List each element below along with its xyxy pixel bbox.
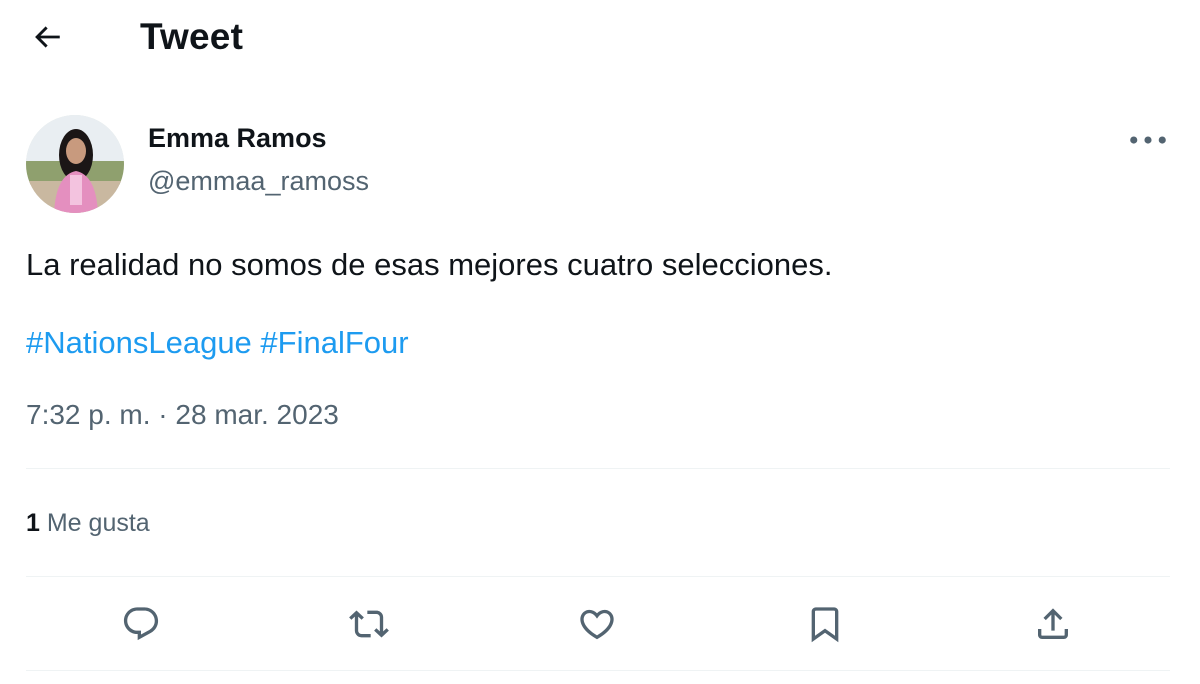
hashtag-link[interactable]: #FinalFour [260,325,408,360]
more-button[interactable] [1124,122,1172,158]
hashtag-link[interactable]: #NationsLeague [26,325,252,360]
retweet-button[interactable] [343,598,395,650]
more-horizontal-icon [1130,136,1166,144]
share-icon [1038,608,1068,639]
page-title: Tweet [140,16,244,57]
arrow-left-icon [35,26,60,48]
likes-label: Me gusta [46,509,150,537]
likes-count: 1 [26,509,40,537]
divider [26,670,1170,671]
like-button[interactable] [571,598,623,650]
tweet-page: Tweet Emma Ramos @emmaa_ramoss La realid… [0,0,1200,684]
retweet-icon [349,610,389,638]
reply-icon [123,607,159,641]
likes-stat[interactable]: 1 Me gusta [26,506,150,540]
author-name[interactable]: Emma Ramos [148,120,327,156]
bookmark-button[interactable] [799,598,851,650]
divider [26,576,1170,577]
author-handle[interactable]: @emmaa_ramoss [148,163,369,199]
avatar-image [26,115,124,213]
tweet-timestamp[interactable]: 7:32 p. m. · 28 mar. 2023 [26,396,339,434]
reply-button[interactable] [115,598,167,650]
back-button[interactable] [22,14,72,60]
bookmark-icon [811,607,839,643]
avatar[interactable] [26,115,124,213]
header: Tweet [0,0,1200,76]
divider [26,468,1170,469]
hashtags: #NationsLeague #FinalFour [26,322,409,364]
tweet-text: La realidad no somos de esas mejores cua… [26,247,833,282]
share-button[interactable] [1027,598,1079,650]
like-icon [580,609,614,640]
